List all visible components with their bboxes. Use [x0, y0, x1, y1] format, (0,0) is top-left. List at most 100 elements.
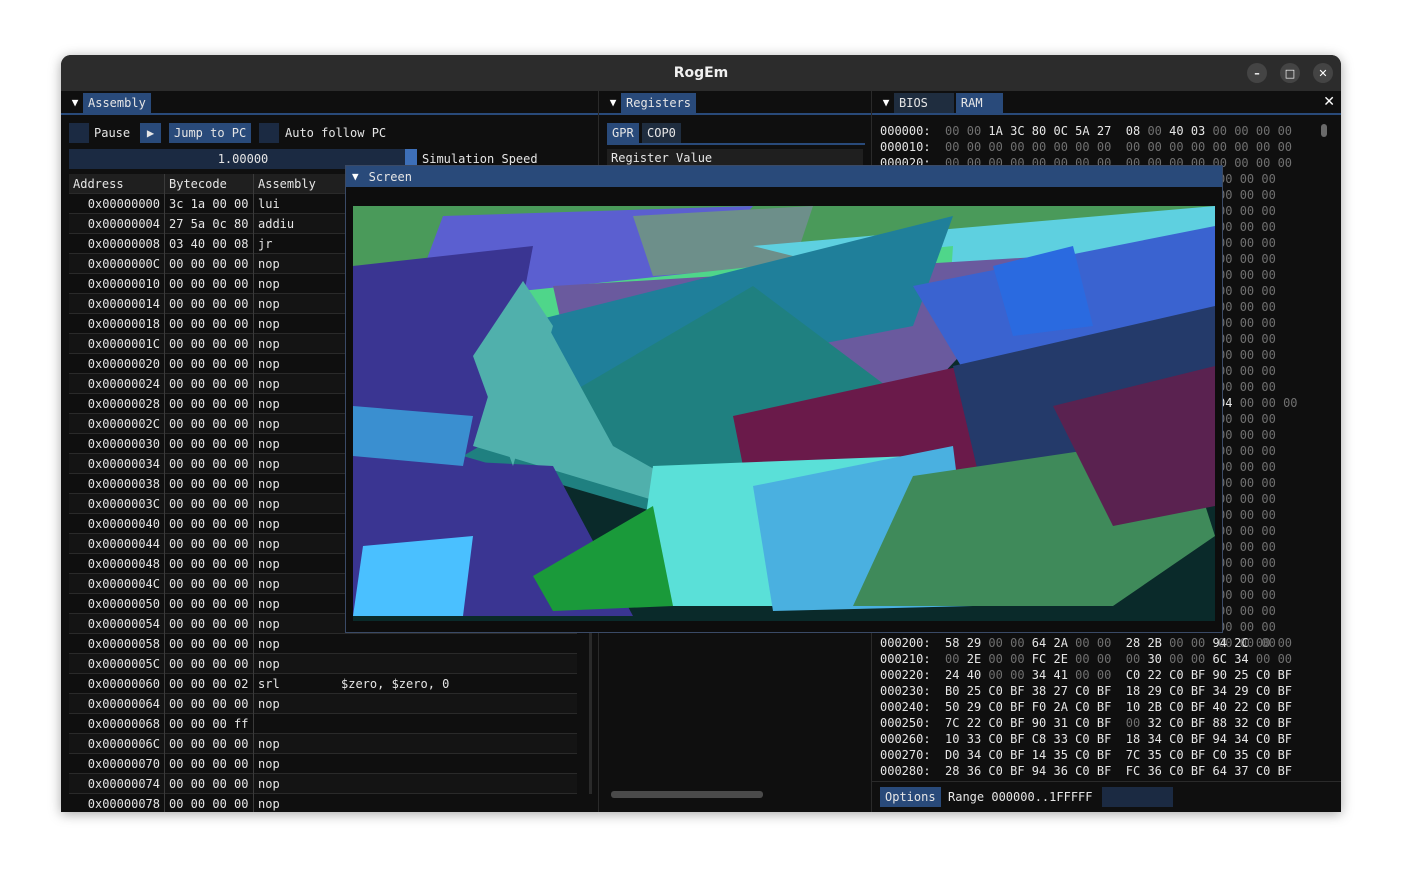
hex-byte[interactable]: C8: [1032, 732, 1054, 746]
jump-to-pc-button[interactable]: Jump to PC: [169, 123, 252, 143]
hex-byte[interactable]: C0: [988, 732, 1010, 746]
hex-byte[interactable]: 00: [1240, 348, 1262, 362]
options-button[interactable]: Options: [880, 787, 941, 807]
hex-byte[interactable]: C0: [988, 684, 1010, 698]
hex-byte[interactable]: 00: [1147, 124, 1169, 138]
hex-row-fragment[interactable]: 00 00 00: [1218, 299, 1283, 315]
hex-byte[interactable]: 14: [1032, 748, 1054, 762]
hex-row-fragment[interactable]: 00 00 00: [1218, 443, 1283, 459]
hex-byte[interactable]: BF: [1191, 716, 1213, 730]
hex-byte[interactable]: 00: [1147, 140, 1169, 154]
goto-address-input[interactable]: [1102, 787, 1173, 807]
collapse-arrow-icon[interactable]: ▼: [352, 170, 359, 183]
hex-byte[interactable]: 37: [1234, 764, 1256, 778]
hex-byte[interactable]: 00: [1240, 588, 1262, 602]
hex-byte[interactable]: 00: [1283, 396, 1305, 410]
hex-byte[interactable]: 00: [1191, 636, 1213, 650]
hex-byte[interactable]: 33: [1053, 732, 1075, 746]
hex-byte[interactable]: 00: [1240, 492, 1262, 506]
hex-byte[interactable]: C0: [1256, 668, 1278, 682]
hex-byte[interactable]: 00: [1261, 316, 1283, 330]
hex-byte[interactable]: 36: [967, 764, 989, 778]
table-row[interactable]: 0x00000070 00 00 00 00 nop: [69, 753, 577, 774]
hex-row[interactable]: 000260: 10 33 C0 BF C8 33 C0 BF 18 34 C0…: [880, 731, 1299, 747]
hex-byte[interactable]: BF: [1097, 700, 1126, 714]
hex-row-fragment[interactable]: 00 00 00: [1218, 411, 1283, 427]
hex-byte[interactable]: 28: [945, 764, 967, 778]
hex-row-fragment[interactable]: 00 00 00: [1218, 587, 1283, 603]
hex-byte[interactable]: 00: [1240, 444, 1262, 458]
hex-byte[interactable]: 00: [1240, 460, 1262, 474]
hex-byte[interactable]: 00: [1278, 636, 1300, 650]
hex-row-fragment[interactable]: 00 00 00: [1218, 171, 1283, 187]
hex-byte[interactable]: BF: [1097, 684, 1126, 698]
hex-byte[interactable]: BF: [1097, 748, 1126, 762]
hex-byte[interactable]: BF: [1097, 764, 1126, 778]
hex-row-fragment[interactable]: 00 00 00: [1218, 507, 1283, 523]
hex-byte[interactable]: BF: [1278, 732, 1300, 746]
hex-byte[interactable]: C0: [1169, 700, 1191, 714]
hex-byte[interactable]: 00: [1240, 188, 1262, 202]
hex-byte[interactable]: 00: [1010, 668, 1032, 682]
hex-byte[interactable]: BF: [1010, 716, 1032, 730]
hex-byte[interactable]: 24: [945, 668, 967, 682]
hex-row-fragment[interactable]: 04 00 00 00: [1218, 395, 1305, 411]
hex-byte[interactable]: 25: [967, 684, 989, 698]
hex-byte[interactable]: 00: [1075, 140, 1097, 154]
hex-byte[interactable]: 2E: [967, 652, 989, 666]
hex-byte[interactable]: 22: [967, 716, 989, 730]
hex-byte[interactable]: 00: [1261, 220, 1283, 234]
hex-byte[interactable]: C0: [1075, 716, 1097, 730]
hex-byte[interactable]: D0: [945, 748, 967, 762]
hex-byte[interactable]: 00: [988, 652, 1010, 666]
hex-byte[interactable]: 00: [1240, 620, 1262, 634]
hex-byte[interactable]: 2B: [1147, 636, 1169, 650]
hex-byte[interactable]: 10: [945, 732, 967, 746]
hex-byte[interactable]: 00: [1261, 508, 1283, 522]
hex-byte[interactable]: 94: [1213, 636, 1235, 650]
hex-byte[interactable]: FC: [1126, 764, 1148, 778]
hex-row[interactable]: 000250: 7C 22 C0 BF 90 31 C0 BF 00 32 C0…: [880, 715, 1299, 731]
tab-registers[interactable]: Registers: [621, 93, 697, 113]
hex-row-fragment[interactable]: 00 00 00: [1218, 379, 1283, 395]
hex-byte[interactable]: 00: [1240, 236, 1262, 250]
hex-byte[interactable]: 00: [988, 140, 1010, 154]
hex-byte[interactable]: C0: [1213, 748, 1235, 762]
hex-byte[interactable]: 6C: [1213, 652, 1235, 666]
collapse-arrow-icon[interactable]: ▼: [878, 96, 894, 109]
hex-byte[interactable]: 27: [1097, 124, 1126, 138]
hex-row-fragment[interactable]: 00 00 00: [1218, 555, 1283, 571]
hex-byte[interactable]: 00: [1261, 364, 1283, 378]
hex-byte[interactable]: 00: [1261, 236, 1283, 250]
hex-byte[interactable]: 00: [1261, 188, 1283, 202]
maximize-icon[interactable]: □: [1280, 63, 1300, 83]
hex-byte[interactable]: C0: [1256, 732, 1278, 746]
hex-row-fragment[interactable]: 00 00 00: [1218, 363, 1283, 379]
hex-byte[interactable]: 36: [1053, 764, 1075, 778]
hex-byte[interactable]: 90: [1032, 716, 1054, 730]
hex-byte[interactable]: 00: [1278, 140, 1300, 154]
hex-byte[interactable]: 00: [1240, 316, 1262, 330]
hex-byte[interactable]: C0: [1256, 700, 1278, 714]
hex-byte[interactable]: 3C: [1010, 124, 1032, 138]
pause-checkbox[interactable]: [69, 123, 89, 143]
hex-byte[interactable]: 00: [1240, 428, 1262, 442]
hex-byte[interactable]: 00: [1126, 140, 1148, 154]
hex-byte[interactable]: 00: [1261, 460, 1283, 474]
hex-row-fragment[interactable]: 00 00 00: [1218, 219, 1283, 235]
hex-byte[interactable]: C0: [1256, 684, 1278, 698]
hex-byte[interactable]: 00: [945, 652, 967, 666]
hex-byte[interactable]: 00: [1240, 604, 1262, 618]
table-row[interactable]: 0x00000060 00 00 00 02 srl $zero, $zero, 0: [69, 673, 577, 694]
table-row[interactable]: 0x00000074 00 00 00 00 nop: [69, 773, 577, 794]
hex-row-fragment[interactable]: 00 00 00: [1218, 347, 1283, 363]
registers-hscrollbar[interactable]: [611, 791, 763, 798]
hex-byte[interactable]: C0: [1169, 748, 1191, 762]
hex-byte[interactable]: 00: [1240, 396, 1262, 410]
hex-byte[interactable]: 34: [1147, 732, 1169, 746]
hex-byte[interactable]: 00: [988, 636, 1010, 650]
hex-byte[interactable]: 80: [1032, 124, 1054, 138]
hex-byte[interactable]: 00: [1261, 396, 1283, 410]
table-row[interactable]: 0x0000005C 00 00 00 00 nop: [69, 653, 577, 674]
memory-scrollbar[interactable]: [1321, 124, 1327, 137]
